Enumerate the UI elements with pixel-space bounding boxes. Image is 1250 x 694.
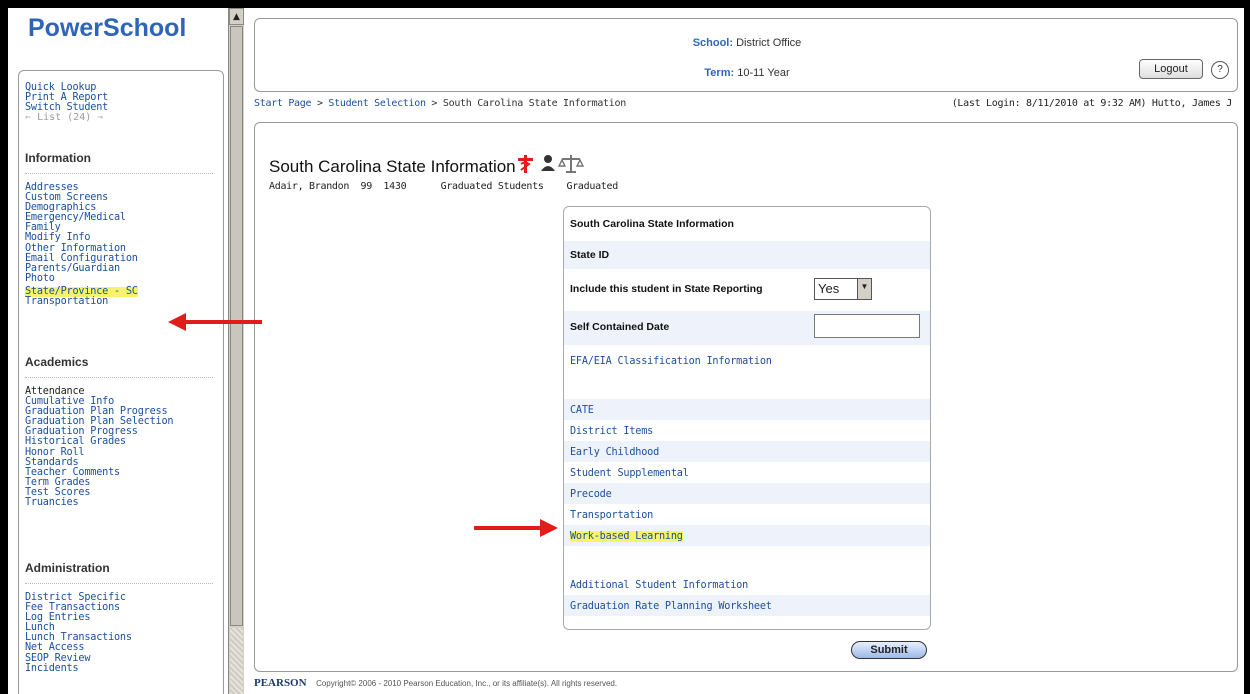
list-count-label[interactable]: List (24) xyxy=(37,112,91,123)
submit-button[interactable]: Submit xyxy=(851,641,927,659)
student-info-line: Adair, Brandon 99 1430 Graduated Student… xyxy=(269,181,618,192)
term-label: Term: xyxy=(704,67,735,79)
spacer-row xyxy=(564,546,930,574)
arrow-head-icon xyxy=(168,313,186,331)
school-label: School: xyxy=(692,37,734,49)
school-value: District Office xyxy=(736,37,802,49)
link-cate[interactable]: CATE xyxy=(570,405,594,416)
state-id-label: State ID xyxy=(564,241,930,269)
cate-row: CATE xyxy=(564,399,930,420)
academics-links: Attendance Cumulative Info Graduation Pl… xyxy=(25,386,174,508)
self-contained-row: Self Contained Date xyxy=(564,311,930,345)
browser-frame: PowerSchool Quick Lookup Print A Report … xyxy=(8,8,1244,694)
transportation-row: Transportation xyxy=(564,504,930,525)
precode-row: Precode xyxy=(564,483,930,504)
include-row: Include this student in State Reporting … xyxy=(564,269,930,311)
additional-info-row: Additional Student Information xyxy=(564,574,930,595)
student-alert-icons xyxy=(517,153,587,175)
early-childhood-row: Early Childhood xyxy=(564,441,930,462)
term-line: Term: 10-11 Year xyxy=(255,67,1239,79)
breadcrumb-separator: > xyxy=(316,98,323,109)
medical-alert-icon[interactable] xyxy=(518,155,533,173)
breadcrumb-student-selection[interactable]: Student Selection xyxy=(328,98,426,109)
page-title: South Carolina State Information xyxy=(269,157,516,176)
student-supplemental-row: Student Supplemental xyxy=(564,462,930,483)
nav-truancies[interactable]: Truancies xyxy=(25,497,173,508)
alert-icons-group xyxy=(518,155,585,173)
link-early-childhood[interactable]: Early Childhood xyxy=(570,447,659,458)
nav-photo[interactable]: Photo xyxy=(25,273,138,284)
section-heading-administration: Administration xyxy=(25,561,110,575)
breadcrumb: Start Page > Student Selection > South C… xyxy=(254,98,1238,114)
breadcrumb-separator: > xyxy=(431,98,438,109)
divider xyxy=(25,173,213,174)
student-list-nav: ⇐ List (24) ⇒ xyxy=(25,113,108,123)
work-based-learning-row: Work-based Learning xyxy=(564,525,930,546)
pearson-logo: PEARSON xyxy=(254,677,307,689)
link-work-based-learning[interactable]: Work-based Learning xyxy=(570,531,683,542)
link-efa-eia-classification[interactable]: EFA/EIA Classification Information xyxy=(570,356,772,367)
include-select-value: Yes xyxy=(818,281,840,296)
copyright-text: Copyright© 2006 - 2010 Pearson Education… xyxy=(316,679,618,688)
arrow-head-icon xyxy=(540,519,558,537)
section-heading-academics: Academics xyxy=(25,355,89,369)
logout-button[interactable]: Logout xyxy=(1139,59,1203,79)
footer: PEARSON Copyright© 2006 - 2010 Pearson E… xyxy=(254,676,1238,692)
include-label: Include this student in State Reporting xyxy=(570,283,763,295)
link-precode[interactable]: Precode xyxy=(570,489,612,500)
nav-transportation[interactable]: Transportation xyxy=(25,296,138,307)
divider xyxy=(25,583,213,584)
prev-arrow-icon[interactable]: ⇐ xyxy=(25,112,31,123)
self-contained-label: Self Contained Date xyxy=(570,321,670,333)
nav-panel: Quick Lookup Print A Report Switch Stude… xyxy=(18,70,224,694)
state-info-panel: South Carolina State Information State I… xyxy=(563,206,931,630)
administration-links: District Specific Fee Transactions Log E… xyxy=(25,592,132,674)
section-heading-information: Information xyxy=(25,151,91,165)
efa-row: EFA/EIA Classification Information xyxy=(564,345,930,377)
help-icon[interactable]: ? xyxy=(1211,61,1229,79)
panel-header: South Carolina State Information xyxy=(564,207,930,241)
school-line: School: District Office xyxy=(255,37,1239,49)
person-icon[interactable] xyxy=(541,155,555,171)
nav-incidents[interactable]: Incidents xyxy=(25,663,132,674)
scroll-track[interactable] xyxy=(230,628,243,694)
graduation-rate-row: Graduation Rate Planning Worksheet xyxy=(564,595,930,616)
breadcrumb-current: South Carolina State Information xyxy=(442,98,626,109)
scales-icon[interactable] xyxy=(557,155,585,173)
vertical-scrollbar[interactable]: ▲ xyxy=(228,8,244,694)
include-select[interactable]: Yes ▼ xyxy=(814,278,872,300)
next-arrow-icon[interactable]: ⇒ xyxy=(97,112,103,123)
arrow-shaft xyxy=(184,320,262,324)
divider xyxy=(25,377,213,378)
link-student-supplemental[interactable]: Student Supplemental xyxy=(570,468,689,479)
self-contained-date-input[interactable] xyxy=(814,314,920,338)
district-items-row: District Items xyxy=(564,420,930,441)
content-box: South Carolina State Information Adair, … xyxy=(254,122,1238,672)
information-links: Addresses Custom Screens Demographics Em… xyxy=(25,182,138,307)
scroll-thumb[interactable] xyxy=(230,26,243,626)
powerschool-logo[interactable]: PowerSchool xyxy=(28,14,186,43)
arrow-shaft xyxy=(474,526,542,530)
link-graduation-rate-planning[interactable]: Graduation Rate Planning Worksheet xyxy=(570,601,772,612)
left-nav: PowerSchool Quick Lookup Print A Report … xyxy=(8,8,228,694)
scroll-up-icon[interactable]: ▲ xyxy=(229,8,244,25)
link-district-items[interactable]: District Items xyxy=(570,426,653,437)
header-box: School: District Office Term: 10-11 Year… xyxy=(254,18,1238,92)
term-value: 10-11 Year xyxy=(737,67,790,79)
breadcrumb-start-page[interactable]: Start Page xyxy=(254,98,312,109)
link-transportation[interactable]: Transportation xyxy=(570,510,653,521)
link-additional-student-information[interactable]: Additional Student Information xyxy=(570,580,748,591)
chevron-down-icon[interactable]: ▼ xyxy=(857,279,871,299)
last-login-info: (Last Login: 8/11/2010 at 9:32 AM) Hutto… xyxy=(951,98,1233,109)
spacer-row xyxy=(564,377,930,399)
